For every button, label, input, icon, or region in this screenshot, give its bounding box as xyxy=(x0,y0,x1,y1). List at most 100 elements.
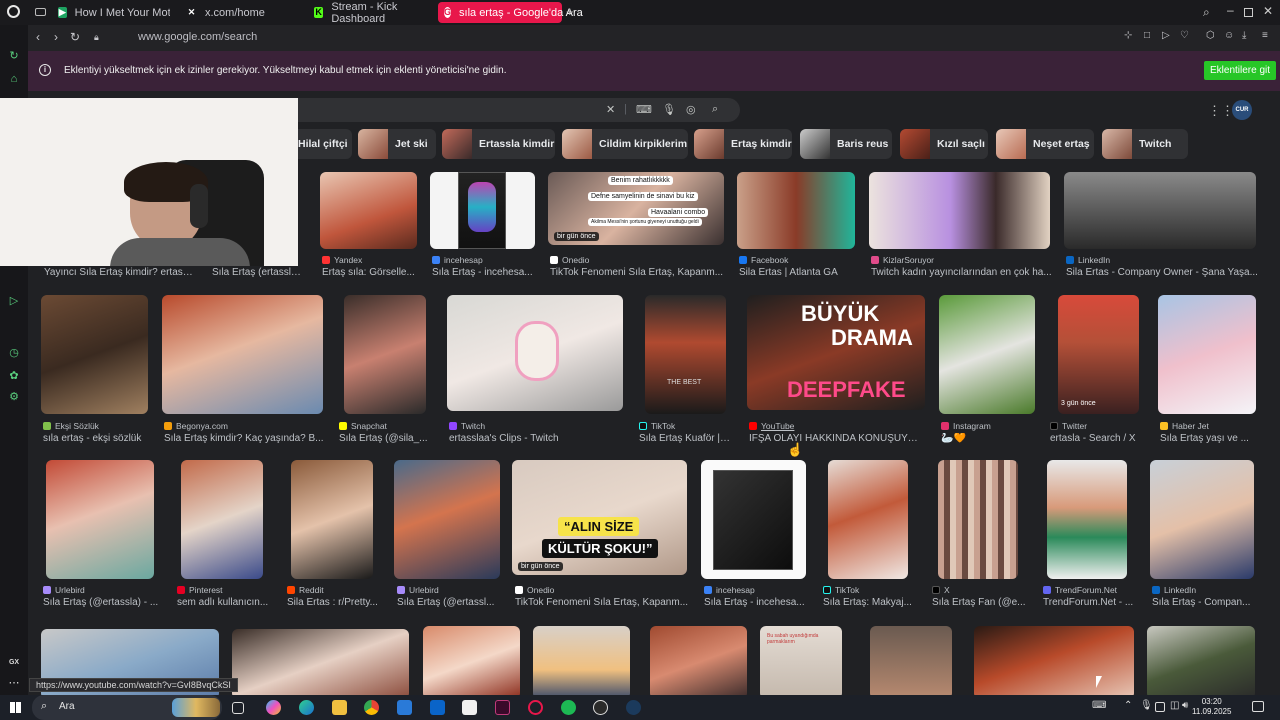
result-image[interactable]: “ALIN SİZE KÜLTÜR ŞOKU!” bir gün önce xyxy=(512,460,687,575)
result-source[interactable]: TikTok xyxy=(823,585,859,595)
volume-icon[interactable]: 🔊︎ xyxy=(1182,700,1188,711)
chip-ertas-kimdir[interactable]: Ertaş kimdir xyxy=(694,129,792,159)
search-tabs-icon[interactable]: ⌕ xyxy=(1203,5,1210,20)
result-source[interactable]: Pinterest xyxy=(177,585,223,595)
result-title[interactable]: Ertaş sıla: Görselle... xyxy=(322,267,418,278)
play-icon[interactable]: ▷ xyxy=(1162,30,1170,41)
result-source[interactable]: Urlebird xyxy=(43,585,85,595)
result-title[interactable]: Sila Ertas | Atlanta GA xyxy=(739,267,857,278)
chip-hilal-ciftci[interactable]: Hilal çiftçi xyxy=(290,129,352,159)
result-source[interactable]: TikTok xyxy=(639,421,675,431)
result-image[interactable] xyxy=(162,295,323,414)
reload-icon[interactable]: ↻ xyxy=(70,30,80,44)
avatar[interactable]: CUR xyxy=(1232,100,1252,120)
result-image[interactable] xyxy=(232,629,409,695)
result-image[interactable] xyxy=(1064,172,1256,249)
pip-icon[interactable]: □ xyxy=(1144,30,1150,41)
result-source[interactable]: Begonya.com xyxy=(164,421,228,431)
result-title[interactable]: Sıla Ertaş (@ertassl... xyxy=(397,597,501,608)
result-title[interactable]: sıla ertaş - ekşi sözlük xyxy=(43,433,155,444)
result-image[interactable] xyxy=(447,295,623,411)
refresh-sidebar-icon[interactable]: ↻ xyxy=(8,50,20,62)
windows-start-icon[interactable] xyxy=(10,702,21,713)
search-box[interactable]: ✕ | ⌨ 🎙︎ ◎ ⌕ xyxy=(298,98,740,122)
result-source[interactable]: Reddit xyxy=(287,585,324,595)
tab-kick-dashboard[interactable]: K Stream - Kick Dashboard xyxy=(308,1,436,25)
result-title[interactable]: ertasla - Search / X xyxy=(1050,433,1150,444)
extensions-icon[interactable]: ⬡ xyxy=(1206,30,1215,41)
result-source[interactable]: X xyxy=(932,585,950,595)
result-title[interactable]: Sila Ertas : r/Pretty... xyxy=(287,597,381,608)
extensions-sidebar-icon[interactable]: ✿ xyxy=(8,370,20,382)
result-image[interactable] xyxy=(1047,460,1127,579)
result-title[interactable]: 🦢🧡 xyxy=(941,433,1037,444)
chrome-icon[interactable] xyxy=(364,700,379,715)
result-source[interactable]: LinkedIn xyxy=(1152,585,1196,595)
chip-cildim-kirpiklerim[interactable]: Cildim kirpiklerim xyxy=(562,129,688,159)
result-source[interactable]: Haber Jet xyxy=(1160,421,1209,431)
result-image[interactable] xyxy=(737,172,855,249)
taskbar-search-box[interactable]: ⌕ Ara xyxy=(32,695,222,720)
result-image[interactable] xyxy=(828,460,908,579)
result-image[interactable] xyxy=(430,172,535,249)
result-title[interactable]: Sıla Ertaş yaşı ve ... xyxy=(1160,433,1256,444)
result-image[interactable] xyxy=(344,295,426,414)
result-title[interactable]: Sıla Ertaş (ertassla... xyxy=(212,267,304,278)
result-image[interactable] xyxy=(938,460,1018,579)
result-title[interactable]: sem adlı kullanıcın... xyxy=(177,597,269,608)
result-image[interactable] xyxy=(533,626,630,695)
result-source[interactable]: YouTube xyxy=(749,421,794,431)
notification-icon[interactable] xyxy=(1252,701,1264,712)
account-icon[interactable]: ☺ xyxy=(1224,30,1234,41)
result-title[interactable]: Sıla Ertaş - incehesa... xyxy=(704,597,808,608)
gx-icon[interactable]: GX xyxy=(8,657,20,669)
result-image[interactable] xyxy=(46,460,154,579)
new-tab-button[interactable]: + xyxy=(566,4,574,19)
result-source[interactable]: Twitch xyxy=(449,421,485,431)
tray-chevron-icon[interactable]: ⌃ xyxy=(1124,700,1132,711)
result-source[interactable]: Onedio xyxy=(515,585,554,595)
result-source[interactable]: Snapchat xyxy=(339,421,387,431)
result-image[interactable]: 3 gün önce xyxy=(1058,295,1139,414)
player-icon[interactable]: ▷ xyxy=(8,295,20,307)
shopping-icon[interactable]: ⌂ xyxy=(8,73,20,85)
lens-icon[interactable]: ◎ xyxy=(686,103,696,116)
result-title[interactable]: ertasslaa's Clips - Twitch xyxy=(449,433,625,444)
result-image[interactable] xyxy=(974,626,1134,695)
result-image[interactable] xyxy=(291,460,373,579)
keyboard-layout-icon[interactable]: ⌨ xyxy=(1092,700,1106,711)
microphone-icon[interactable]: 🎙︎ xyxy=(1140,700,1153,711)
result-title[interactable]: Sıla Ertaş: Makyaj... xyxy=(823,597,915,608)
result-title[interactable]: Sıla Ertaş - Compan... xyxy=(1152,597,1256,608)
snapshot-icon[interactable]: ⊹ xyxy=(1124,30,1132,41)
tray-app-icon[interactable] xyxy=(1155,702,1165,712)
result-image[interactable] xyxy=(423,626,520,695)
result-title[interactable]: Sıla Ertaş (@sila_... xyxy=(339,433,431,444)
more-icon[interactable]: ⋯ xyxy=(8,677,20,689)
result-image[interactable] xyxy=(1158,295,1256,414)
go-to-extensions-button[interactable]: Eklentilere git xyxy=(1204,61,1277,80)
outlook-icon[interactable] xyxy=(430,700,445,715)
result-image[interactable] xyxy=(1147,626,1255,695)
tab-himym[interactable]: ▶ How I Met Your Mother 8 xyxy=(52,2,170,23)
result-source[interactable]: Facebook xyxy=(739,255,788,265)
opera-gx-icon[interactable] xyxy=(528,700,543,715)
result-image[interactable] xyxy=(394,460,500,579)
steam-icon[interactable] xyxy=(626,700,641,715)
edge-icon[interactable] xyxy=(299,700,314,715)
result-image[interactable] xyxy=(701,460,806,579)
result-title[interactable]: Sıla Ertaş - incehesa... xyxy=(432,267,538,278)
spotify-icon[interactable] xyxy=(561,700,576,715)
result-title[interactable]: Sila Ertas - Company Owner - Şana Yaşa..… xyxy=(1066,267,1260,278)
result-image[interactable] xyxy=(181,460,263,579)
close-window-button[interactable]: ✕ xyxy=(1263,4,1273,18)
file-explorer-icon[interactable] xyxy=(332,700,347,715)
result-title[interactable]: Yayıncı Sıla Ertaş kimdir? ertassl... xyxy=(44,267,196,278)
result-title[interactable]: TikTok Fenomeni Sıla Ertaş, Kapanm... xyxy=(550,267,726,278)
network-icon[interactable]: ◫ xyxy=(1170,700,1179,711)
address-bar[interactable]: www.google.com/search xyxy=(138,31,257,43)
forward-icon[interactable]: › xyxy=(54,30,58,44)
result-image[interactable]: Benim rahatlıkkkkk Defne samyelinin de s… xyxy=(548,172,724,245)
result-image[interactable] xyxy=(869,172,1050,249)
result-title[interactable]: İFŞA OLAYI HAKKINDA KONUŞUYO... xyxy=(749,433,921,444)
